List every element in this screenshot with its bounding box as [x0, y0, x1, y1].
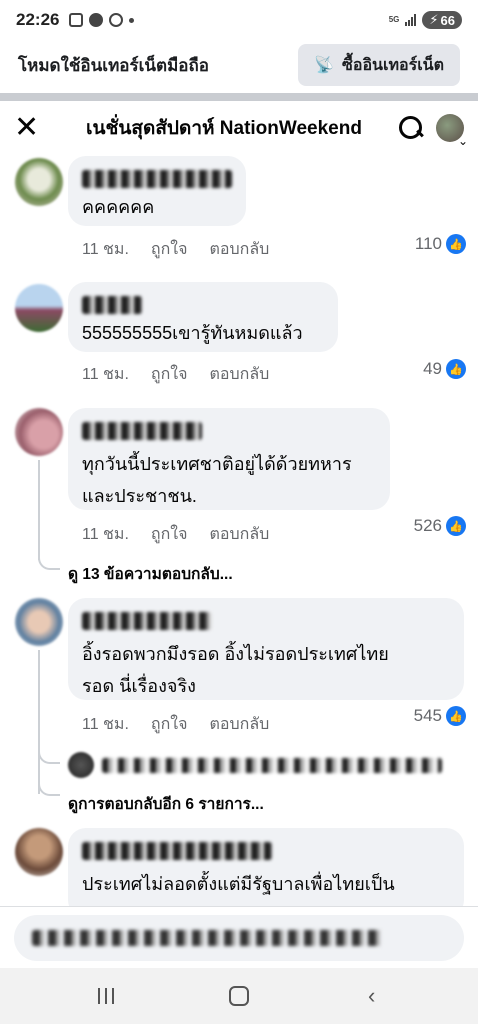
like-count: 110 — [414, 234, 442, 253]
battery-indicator: ⚡ 66 — [422, 11, 462, 29]
comment-bubble: ประเทศไม่ลอดตั้งแต่มีรัฐบาลเพื่อไทยเป็น — [68, 828, 464, 918]
reply-text-redacted — [102, 757, 442, 773]
comment-input[interactable] — [14, 914, 464, 961]
author-name-redacted[interactable] — [82, 170, 232, 188]
buy-data-label: ซื้ออินเทอร์เน็ต — [341, 56, 444, 74]
thread-connector — [38, 750, 60, 764]
avatar[interactable] — [15, 158, 63, 206]
reply-link[interactable]: ตอบกลับ — [209, 522, 269, 547]
reaction-count[interactable]: 526 👍 — [414, 516, 466, 536]
comment-text: คคคคคค — [82, 197, 155, 217]
author-name-redacted[interactable] — [82, 422, 202, 440]
reply-preview[interactable] — [68, 752, 442, 778]
broadcast-icon: 📡 — [314, 57, 334, 74]
comment-actions: 11 ชม. ถูกใจ ตอบกลับ — [82, 522, 269, 547]
comment-bubble: คคคคคค — [68, 156, 246, 226]
avatar[interactable] — [15, 284, 63, 332]
thread-connector — [38, 556, 60, 570]
profile-switcher[interactable] — [436, 114, 468, 148]
battery-level: 66 — [440, 12, 455, 28]
back-button[interactable]: ‹ — [342, 976, 402, 1016]
avatar[interactable] — [15, 828, 63, 876]
system-nav-bar: ‹ — [0, 968, 478, 1024]
buy-data-button[interactable]: 📡 ซื้ออินเทอร์เน็ต — [298, 44, 460, 86]
thread-connector — [38, 782, 60, 796]
thumbs-up-icon: 👍 — [446, 516, 466, 536]
divider — [0, 93, 478, 101]
comment-text: 555555555เขารู้ทันหมดแล้ว — [82, 323, 303, 343]
reaction-count[interactable]: 110 👍 — [415, 234, 466, 254]
view-more-replies-link[interactable]: ดูการตอบกลับอีก 6 รายการ... — [68, 791, 264, 816]
comment-text-line: รอด นี่เรื่องจริง — [82, 676, 196, 696]
comment-time: 11 ชม. — [82, 526, 129, 543]
comment-time: 11 ชม. — [82, 366, 129, 383]
composer-placeholder-redacted — [32, 929, 382, 946]
thumbs-up-icon: 👍 — [446, 706, 466, 726]
home-button[interactable] — [209, 976, 269, 1016]
comment-actions: 11 ชม. ถูกใจ ตอบกลับ — [82, 362, 269, 387]
more-notifications-icon — [129, 17, 135, 23]
free-mode-bar: โหมดใช้อินเทอร์เน็ตมือถือ 📡 ซื้ออินเทอร์… — [0, 40, 478, 90]
reply-link[interactable]: ตอบกลับ — [209, 362, 269, 387]
view-replies-link[interactable]: ดู 13 ข้อความตอบกลับ... — [68, 561, 233, 586]
recent-apps-icon — [98, 988, 115, 1004]
comment-bubble: อิ้งรอดพวกมึงรอด อิ้งไม่รอดประเทศไทย รอด… — [68, 598, 464, 700]
comment-actions: 11 ชม. ถูกใจ ตอบกลับ — [82, 237, 269, 262]
thumbs-up-icon: 👍 — [446, 359, 466, 379]
comment-actions: 11 ชม. ถูกใจ ตอบกลับ — [82, 712, 269, 737]
network-type: 5G — [388, 15, 400, 24]
notification-icons — [69, 13, 135, 27]
comments-header: ✕ เนชั่นสุดสัปดาห์ NationWeekend — [0, 104, 478, 152]
comment-composer — [0, 906, 478, 968]
comment-text-line: ทุกวันนี้ประเทศชาติอยู่ได้ด้วยทหาร — [82, 454, 352, 474]
author-name-redacted[interactable] — [82, 612, 212, 630]
like-count: 545 — [413, 706, 442, 725]
chrome-icon — [109, 13, 124, 27]
back-icon: ‹ — [367, 983, 376, 1008]
author-name-redacted[interactable] — [82, 296, 142, 314]
comment-bubble: ทุกวันนี้ประเทศชาติอยู่ได้ด้วยทหาร และปร… — [68, 408, 390, 510]
screenshot-icon — [69, 13, 84, 27]
charging-icon: ⚡ — [429, 12, 439, 27]
comment-text-line: อิ้งรอดพวกมึงรอด อิ้งไม่รอดประเทศไทย — [82, 644, 389, 664]
reply-link[interactable]: ตอบกลับ — [209, 237, 269, 262]
signal-icon — [405, 14, 417, 26]
thumbs-up-icon: 👍 — [446, 234, 466, 254]
comment-bubble: 555555555เขารู้ทันหมดแล้ว — [68, 282, 338, 352]
like-count: 526 — [413, 516, 442, 535]
status-time: 22:26 — [16, 10, 60, 29]
reply-avatar — [68, 752, 94, 778]
author-name-redacted[interactable] — [82, 842, 272, 860]
thread-line — [38, 460, 40, 560]
close-icon[interactable]: ✕ — [14, 113, 50, 143]
like-count: 49 — [423, 359, 442, 378]
reaction-count[interactable]: 49 👍 — [423, 359, 466, 379]
comment-time: 11 ชม. — [82, 241, 129, 258]
home-icon — [228, 986, 249, 1006]
free-mode-label: โหมดใช้อินเทอร์เน็ตมือถือ — [18, 55, 210, 75]
like-link[interactable]: ถูกใจ — [151, 362, 188, 387]
search-icon[interactable] — [398, 115, 424, 141]
like-link[interactable]: ถูกใจ — [151, 522, 188, 547]
recent-apps-button[interactable] — [76, 976, 136, 1016]
status-bar: 22:26 5G ⚡ 66 — [0, 0, 478, 40]
facebook-icon — [89, 13, 104, 27]
page-title: เนชั่นสุดสัปดาห์ NationWeekend — [86, 118, 362, 139]
comment-text-line: และประชาชน. — [82, 486, 197, 506]
reply-link[interactable]: ตอบกลับ — [209, 712, 269, 737]
like-link[interactable]: ถูกใจ — [151, 712, 188, 737]
comment-time: 11 ชม. — [82, 716, 129, 733]
thread-line — [38, 650, 40, 794]
reaction-count[interactable]: 545 👍 — [414, 706, 466, 726]
avatar[interactable] — [15, 598, 63, 646]
like-link[interactable]: ถูกใจ — [151, 237, 188, 262]
avatar[interactable] — [15, 408, 63, 456]
comment-text-line: ประเทศไม่ลอดตั้งแต่มีรัฐบาลเพื่อไทยเป็น — [82, 874, 395, 894]
